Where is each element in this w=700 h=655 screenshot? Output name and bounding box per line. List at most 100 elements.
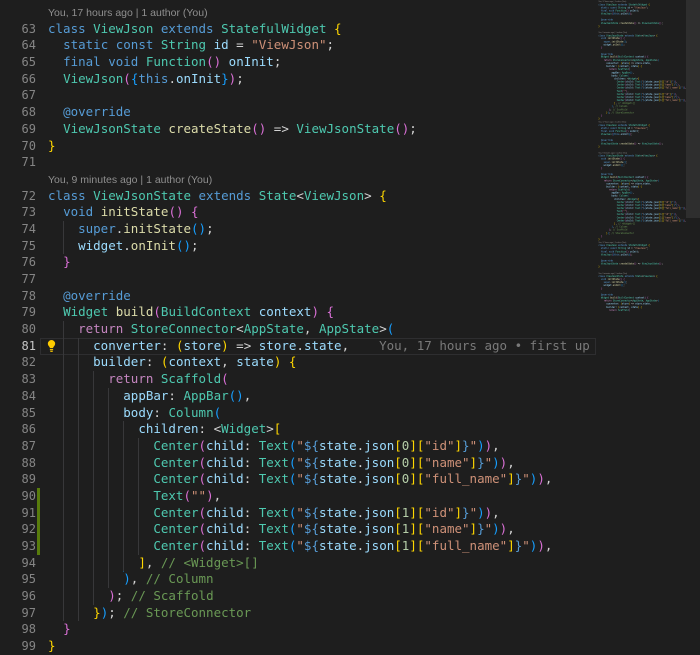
line-number[interactable]: 93 bbox=[0, 538, 40, 555]
line-number[interactable]: 74 bbox=[0, 221, 40, 238]
line-number[interactable]: 80 bbox=[0, 321, 40, 338]
code-line-73[interactable]: 73 void initState() { bbox=[0, 204, 700, 221]
line-number[interactable]: 79 bbox=[0, 304, 40, 321]
line-number[interactable]: 65 bbox=[0, 54, 40, 71]
token: ; bbox=[206, 220, 214, 236]
line-number[interactable]: 68 bbox=[0, 104, 40, 121]
line-number[interactable]: 75 bbox=[0, 238, 40, 255]
code-line-74[interactable]: 74 super.initState(); bbox=[0, 220, 700, 238]
code-line-88[interactable]: 88 Center(child: Text("${state.json[0]["… bbox=[0, 454, 700, 472]
code-line-69[interactable]: 69 ViewJsonState createState() => ViewJs… bbox=[0, 121, 700, 138]
token: // StoreConnector bbox=[115, 604, 252, 620]
code-line-68[interactable]: 68 @override bbox=[0, 104, 700, 121]
code-text: children: <Widget>[ bbox=[40, 421, 281, 438]
code-line-84[interactable]: 84 appBar: AppBar(), bbox=[0, 387, 700, 405]
line-number[interactable]: 83 bbox=[0, 371, 40, 388]
token: , bbox=[221, 354, 237, 370]
code-line-98[interactable]: 98 } bbox=[0, 621, 700, 638]
line-number[interactable]: 96 bbox=[0, 588, 40, 605]
scrollbar[interactable] bbox=[686, 0, 700, 655]
code-line-83[interactable]: 83 return Scaffold( bbox=[0, 371, 700, 388]
token: () bbox=[206, 54, 222, 70]
token: extends bbox=[198, 187, 259, 203]
token: { bbox=[640, 185, 642, 189]
line-number[interactable]: 66 bbox=[0, 71, 40, 88]
line-number[interactable]: 84 bbox=[0, 388, 40, 405]
line-number[interactable]: 89 bbox=[0, 471, 40, 488]
line-number[interactable]: 82 bbox=[0, 354, 40, 371]
code-line-80[interactable]: 80 return StoreConnector<AppState, AppSt… bbox=[0, 321, 700, 338]
line-number[interactable]: 95 bbox=[0, 571, 40, 588]
line-number[interactable]: 81 bbox=[0, 338, 40, 355]
token: ( bbox=[198, 471, 207, 487]
line-number[interactable]: 98 bbox=[0, 621, 40, 638]
line-number[interactable]: 94 bbox=[0, 555, 40, 572]
codelens-annotation[interactable]: You, 9 minutes ago | 1 author (You) bbox=[0, 171, 700, 188]
indent-guide bbox=[78, 471, 79, 488]
code-line-77[interactable]: 77 bbox=[0, 271, 700, 288]
code-line-70[interactable]: 70} bbox=[0, 138, 700, 155]
code-line-87[interactable]: 87 Center(child: Text("${state.json[0]["… bbox=[0, 437, 700, 455]
code-line-66[interactable]: 66 ViewJson({this.onInit}); bbox=[0, 71, 700, 88]
code-line-94[interactable]: 94 ], // <Widget>[] bbox=[0, 554, 700, 572]
token: } bbox=[600, 114, 603, 118]
line-number[interactable]: 71 bbox=[0, 154, 40, 171]
code-line-97[interactable]: 97 }); // StoreConnector bbox=[0, 604, 700, 622]
line-number[interactable]: 97 bbox=[0, 605, 40, 622]
line-number[interactable]: 70 bbox=[0, 138, 40, 155]
line-number[interactable]: 63 bbox=[0, 21, 40, 38]
codelens-annotation[interactable]: You, 17 hours ago | 1 author (You) bbox=[0, 4, 700, 21]
line-number[interactable]: 91 bbox=[0, 505, 40, 522]
code-line-85[interactable]: 85 body: Column( bbox=[0, 404, 700, 422]
code-line-95[interactable]: 95 ), // Column bbox=[0, 571, 700, 589]
line-number[interactable]: 64 bbox=[0, 37, 40, 54]
code-line-75[interactable]: 75 widget.onInit(); bbox=[0, 237, 700, 255]
code-line-91[interactable]: 91 Center(child: Text("${state.json[1]["… bbox=[0, 504, 700, 522]
code-line-93[interactable]: 93 Center(child: Text("${state.json[1]["… bbox=[0, 538, 700, 555]
line-number[interactable]: 90 bbox=[0, 488, 40, 505]
line-number[interactable]: 76 bbox=[0, 254, 40, 271]
codelens-text[interactable]: You, 17 hours ago | 1 author (You) bbox=[48, 7, 208, 19]
line-number[interactable]: 72 bbox=[0, 188, 40, 205]
codelens-text[interactable]: You, 9 minutes ago | 1 author (You) bbox=[48, 174, 212, 186]
code-text: @override bbox=[40, 288, 131, 305]
line-number[interactable]: 73 bbox=[0, 204, 40, 221]
indent-guide bbox=[138, 454, 139, 472]
code-line-86[interactable]: 86 children: <Widget>[ bbox=[0, 421, 700, 438]
line-number[interactable]: 88 bbox=[0, 455, 40, 472]
code-line-81[interactable]: 81 converter: (store) => store.state, You… bbox=[0, 337, 700, 355]
token: body bbox=[123, 404, 154, 420]
code-line-63[interactable]: 63 class ViewJson extends StatefulWidget … bbox=[0, 21, 700, 38]
code-line-99[interactable]: 99} bbox=[0, 638, 700, 655]
line-number[interactable]: 85 bbox=[0, 405, 40, 422]
indent-guide bbox=[78, 404, 79, 422]
line-number[interactable]: 78 bbox=[0, 288, 40, 305]
code-line-72[interactable]: 72 class ViewJsonState extends State<View… bbox=[0, 188, 700, 205]
code-line-65[interactable]: 65 final void Function() onInit; bbox=[0, 54, 700, 71]
code-line-92[interactable]: 92 Center(child: Text("${state.json[1]["… bbox=[0, 521, 700, 539]
line-number[interactable]: 67 bbox=[0, 87, 40, 104]
code-line-78[interactable]: 78 @override bbox=[0, 288, 700, 305]
code-line-89[interactable]: 89 Center(child: Text("${state.json[0]["… bbox=[0, 471, 700, 488]
code-line-90[interactable]: 90 Text(""), bbox=[0, 487, 700, 505]
code-line-71[interactable]: 71 bbox=[0, 154, 700, 171]
line-number[interactable]: 87 bbox=[0, 438, 40, 455]
scrollbar-slider[interactable] bbox=[686, 0, 700, 218]
line-number[interactable]: 86 bbox=[0, 421, 40, 438]
line-number[interactable]: 99 bbox=[0, 638, 40, 655]
line-number[interactable]: 77 bbox=[0, 271, 40, 288]
code-line-82[interactable]: 82 builder: (context, state) { bbox=[0, 354, 700, 372]
code-line-64[interactable]: 64 static const String id = "ViewJson"; bbox=[0, 37, 700, 54]
token: "name" bbox=[424, 454, 470, 470]
token: ( bbox=[123, 70, 131, 86]
code-line-79[interactable]: 79 Widget build(BuildContext context) { bbox=[0, 304, 700, 321]
minimap[interactable]: You, 17 hours ago | 1 author (You) class … bbox=[598, 0, 686, 312]
code-line-76[interactable]: 76 } bbox=[0, 254, 700, 271]
lightbulb-icon[interactable] bbox=[45, 339, 59, 354]
token: , bbox=[544, 538, 553, 553]
line-number[interactable]: 69 bbox=[0, 121, 40, 138]
line-number[interactable]: 92 bbox=[0, 521, 40, 538]
code-line-67[interactable]: 67 bbox=[0, 87, 700, 104]
code-line-96[interactable]: 96 ); // Scaffold bbox=[0, 588, 700, 605]
